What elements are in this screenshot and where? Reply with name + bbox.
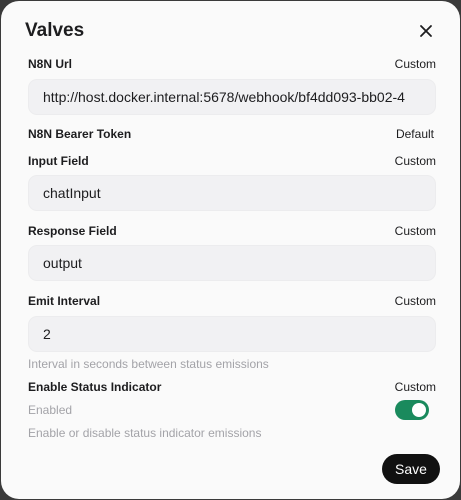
emit-interval-input[interactable]: 2 bbox=[28, 316, 436, 352]
save-button[interactable]: Save bbox=[382, 454, 440, 484]
field-input-field: Input Field Custom chatInput bbox=[28, 151, 436, 211]
mode-toggle-n8n-bearer-token[interactable]: Default bbox=[396, 124, 434, 144]
field-label: Enable Status Indicator bbox=[28, 380, 162, 394]
dialog-title: Valves bbox=[25, 20, 85, 41]
dialog-header: Valves bbox=[25, 17, 438, 45]
mode-toggle-emit-interval[interactable]: Custom bbox=[395, 291, 436, 311]
field-response-field: Response Field Custom output bbox=[28, 221, 436, 281]
field-emit-interval: Emit Interval Custom 2 bbox=[28, 291, 436, 352]
emit-interval-help: Interval in seconds between status emiss… bbox=[28, 357, 269, 371]
close-button[interactable] bbox=[414, 19, 438, 43]
field-n8n-url: N8N Url Custom http://host.docker.intern… bbox=[28, 54, 436, 115]
toggle-knob bbox=[412, 403, 426, 417]
field-label: Input Field bbox=[28, 154, 89, 168]
field-n8n-bearer-token: N8N Bearer Token Default bbox=[28, 124, 436, 144]
field-enable-status-indicator: Enable Status Indicator Custom bbox=[28, 377, 436, 397]
field-label: Emit Interval bbox=[28, 294, 101, 308]
status-indicator-toggle[interactable] bbox=[395, 400, 429, 420]
status-indicator-state-label: Enabled bbox=[28, 403, 73, 417]
status-indicator-help: Enable or disable status indicator emiss… bbox=[28, 426, 262, 440]
field-label: N8N Bearer Token bbox=[28, 127, 132, 141]
field-label: Response Field bbox=[28, 224, 117, 238]
mode-toggle-enable-status-indicator[interactable]: Custom bbox=[395, 377, 436, 397]
field-label: N8N Url bbox=[28, 57, 73, 71]
mode-toggle-input-field[interactable]: Custom bbox=[395, 151, 436, 171]
input-field-input[interactable]: chatInput bbox=[28, 175, 436, 211]
close-icon bbox=[420, 25, 432, 37]
mode-toggle-response-field[interactable]: Custom bbox=[395, 221, 436, 241]
valves-dialog: Valves N8N Url Custom http://host.docker… bbox=[1, 1, 460, 499]
mode-toggle-n8n-url[interactable]: Custom bbox=[395, 54, 436, 74]
response-field-input[interactable]: output bbox=[28, 245, 436, 281]
n8n-url-input[interactable]: http://host.docker.internal:5678/webhook… bbox=[28, 79, 436, 115]
